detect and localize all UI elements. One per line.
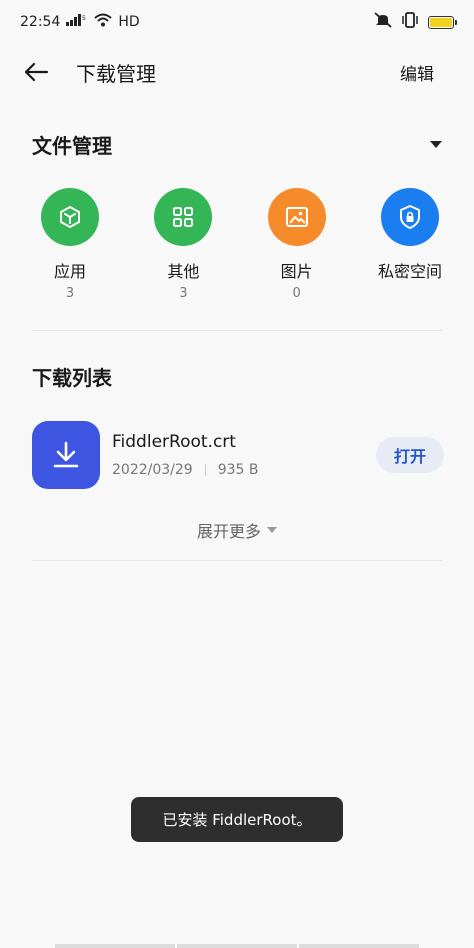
status-right [374,12,457,32]
edit-button[interactable]: 编辑 [400,60,454,85]
network-type: HD [118,14,140,30]
file-size: 935 B [217,462,259,478]
meta-separator [204,464,206,476]
category-other[interactable]: 其他 3 [133,188,233,301]
download-list-title: 下载列表 [32,366,112,390]
svg-text:5: 5 [82,15,86,22]
toast-text: 已安装 FiddlerRoot。 [162,811,312,829]
file-management-title: 文件管理 [32,134,112,158]
category-label: 私密空间 [377,262,442,281]
gesture-bar [55,944,419,948]
back-button[interactable] [20,56,52,88]
arrow-left-icon [24,62,49,82]
shield-lock-icon [380,188,439,246]
download-icon [32,421,100,489]
category-count: 0 [292,286,301,301]
battery-icon [428,15,457,29]
gesture-segment [177,944,297,948]
toast-message: 已安装 FiddlerRoot。 [131,797,343,842]
category-count: 3 [65,286,75,301]
open-button[interactable]: 打开 [376,437,444,473]
category-images[interactable]: 图片 0 [247,188,347,301]
divider [32,330,442,331]
divider [32,560,442,561]
wifi-icon [94,13,113,31]
download-list-header: 下载列表 [32,362,442,391]
category-label: 图片 [280,262,313,281]
status-left: 22:54 5 HD [20,13,140,31]
category-label: 应用 [53,262,86,281]
collapse-toggle-icon[interactable] [430,141,442,148]
gesture-segment [299,944,419,948]
expand-more-label: 展开更多 [196,522,261,541]
image-icon [267,188,326,246]
grid-icon [154,188,213,246]
cube-icon [41,188,99,246]
category-apps[interactable]: 应用 3 [20,188,120,301]
status-time: 22:54 [20,14,61,30]
page-title: 下载管理 [76,61,156,86]
category-private-space[interactable]: 私密空间 [360,188,460,301]
category-count: 3 [179,286,188,301]
file-date: 2022/03/29 [112,462,193,478]
title-bar: 下载管理 编辑 [0,50,474,94]
file-info: FiddlerRoot.crt 2022/03/29 935 B [112,432,258,478]
download-list-item[interactable]: FiddlerRoot.crt 2022/03/29 935 B 打开 [32,420,444,490]
file-name: FiddlerRoot.crt [112,432,236,452]
status-bar: 22:54 5 HD [0,0,474,44]
file-meta: 2022/03/29 935 B [112,462,258,478]
battery-level [430,17,452,27]
vibrate-icon [400,12,420,32]
signal-icon: 5 [66,14,88,30]
category-label: 其他 [167,262,200,281]
expand-more-button[interactable]: 展开更多 [0,518,474,542]
category-grid: 应用 3 其他 3 图片 0 私密空间 [20,188,460,301]
chevron-down-icon [267,527,277,533]
file-management-header: 文件管理 [32,130,442,159]
gesture-segment [55,944,175,948]
mute-icon [374,12,392,32]
